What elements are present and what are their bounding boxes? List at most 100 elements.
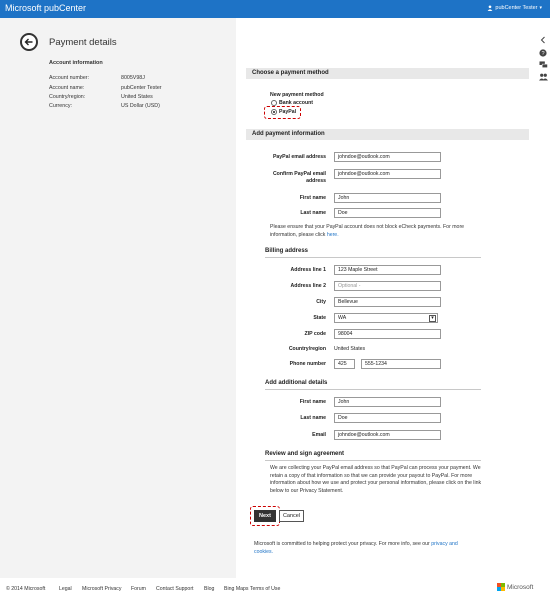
agreement-heading: Review and sign agreement	[265, 451, 345, 457]
people-icon	[538, 73, 548, 81]
cookies-link[interactable]: cookies.	[254, 549, 273, 555]
country-region-value: United States	[334, 346, 366, 352]
account-info-heading: Account information	[49, 60, 103, 66]
footer-link-privacy[interactable]: Microsoft Privacy	[82, 586, 122, 592]
microsoft-logo-icon	[497, 583, 505, 591]
microsoft-wordmark: Microsoft	[507, 583, 534, 591]
page-title: Payment details	[49, 37, 117, 48]
state-selected-value: WA	[338, 315, 347, 321]
country-value: United States	[121, 94, 153, 100]
city-field[interactable]: Bellevue	[334, 297, 441, 307]
new-payment-method-label: New payment method	[270, 92, 324, 98]
copyright: © 2014 Microsoft	[6, 586, 46, 592]
state-select[interactable]: WA ▾	[334, 313, 438, 323]
additional-first-name-label: First name	[299, 399, 326, 405]
people-button[interactable]	[538, 73, 548, 83]
agreement-line: We are collecting your PayPal email addr…	[270, 465, 481, 471]
additional-divider	[265, 389, 481, 390]
agreement-text: We are collecting your PayPal email addr…	[270, 465, 492, 495]
footer-link-forum[interactable]: Forum	[131, 586, 146, 592]
account-name-row: Account name: pubCenter Tester	[49, 85, 162, 91]
phone-label: Phone number	[289, 361, 326, 367]
sidebar-toggle[interactable]	[538, 36, 548, 46]
microsoft-logo[interactable]: Microsoft	[497, 583, 533, 591]
country-row: Country/region: United States	[49, 94, 153, 100]
footer-link-blog[interactable]: Blog	[204, 586, 214, 592]
agreement-line: retain a copy of that information so tha…	[270, 472, 473, 479]
country-label: Country/region:	[49, 94, 86, 100]
billing-address-heading: Billing address	[265, 248, 309, 254]
address-line2-field[interactable]: Optional -	[334, 281, 441, 291]
feedback-icon	[539, 61, 548, 68]
ebank-note-line1: Please ensure that your PayPal account d…	[270, 224, 465, 230]
billing-divider	[265, 257, 481, 258]
help-icon: ?	[539, 49, 547, 57]
chevron-down-icon: ▾	[539, 5, 542, 11]
user-icon	[487, 5, 493, 11]
paypal-label[interactable]: PayPal	[279, 109, 296, 115]
address-line2-label: Address line 2	[290, 283, 326, 289]
account-name-value: pubCenter Tester	[121, 85, 162, 91]
privacy-line: Microsoft is committed to helping protec…	[254, 541, 430, 547]
zip-label: ZIP code	[304, 331, 326, 337]
ebank-note-line2: information, please click	[270, 231, 326, 238]
paypal-email-field[interactable]: johndoe@outlook.com	[334, 152, 441, 162]
privacy-link[interactable]: privacy and	[431, 541, 458, 547]
phone-number-field[interactable]: 555-1234	[361, 359, 441, 369]
address-line1-label: Address line 1	[290, 267, 326, 273]
top-bar: Microsoft pubCenter pubCenter Tester ▾	[0, 0, 550, 18]
ebank-note: Please ensure that your PayPal account d…	[270, 224, 470, 239]
state-label: State	[313, 315, 326, 321]
footer-link-legal[interactable]: Legal	[59, 586, 72, 592]
paypal-email-label: PayPal email address	[272, 154, 326, 160]
additional-details-heading: Add additional details	[265, 380, 328, 386]
svg-text:?: ?	[541, 51, 544, 57]
feedback-button[interactable]	[538, 61, 548, 71]
last-name-label: Last name	[300, 210, 326, 216]
agreement-divider	[265, 460, 481, 461]
city-label: City	[316, 299, 326, 305]
address-line1-field[interactable]: 123 Maple Street	[334, 265, 441, 275]
agreement-line: below to our Privacy Statement.	[270, 487, 344, 494]
user-name: pubCenter Tester	[495, 5, 538, 11]
account-number-row: Account number: 8005V98J	[49, 75, 145, 81]
confirm-email-label-line2: address	[306, 178, 326, 184]
agreement-line: information about how we use and protect…	[270, 480, 482, 486]
account-number-value: 8005V98J	[121, 75, 145, 81]
confirm-email-field[interactable]: johndoe@outlook.com	[334, 169, 441, 179]
account-number-label: Account number:	[49, 75, 90, 81]
additional-last-name-label: Last name	[300, 415, 326, 421]
chevron-left-icon	[540, 36, 545, 44]
footer-link-support[interactable]: Contact Support	[156, 586, 194, 592]
back-button[interactable]	[20, 33, 38, 51]
paypal-radio[interactable]	[271, 109, 277, 115]
app-title[interactable]: Microsoft pubCenter	[5, 3, 86, 13]
chevron-down-icon: ▾	[429, 315, 436, 322]
back-arrow-icon	[24, 38, 33, 46]
additional-last-name-field[interactable]: Doe	[334, 413, 441, 423]
next-button[interactable]: Next	[254, 510, 276, 522]
account-name-label: Account name:	[49, 85, 85, 91]
footer-link-bing-maps[interactable]: Bing Maps Terms of Use	[224, 586, 280, 592]
currency-row: Currency: US Dollar (USD)	[49, 103, 160, 109]
payment-method-section-header: Choose a payment method	[246, 68, 529, 79]
user-menu[interactable]: pubCenter Tester ▾	[487, 5, 542, 11]
footer: © 2014 Microsoft Legal Microsoft Privacy…	[0, 583, 550, 595]
left-panel	[0, 18, 236, 578]
first-name-field[interactable]: John	[334, 193, 441, 203]
first-name-label: First name	[299, 195, 326, 201]
help-button[interactable]: ?	[538, 49, 548, 59]
additional-first-name-field[interactable]: John	[334, 397, 441, 407]
additional-email-label: Email	[312, 432, 326, 438]
currency-value: US Dollar (USD)	[121, 103, 160, 109]
privacy-note: Microsoft is committed to helping protec…	[254, 541, 484, 556]
last-name-field[interactable]: Doe	[334, 208, 441, 218]
zip-field[interactable]: 98004	[334, 329, 441, 339]
cancel-button[interactable]: Cancel	[279, 510, 304, 522]
payment-info-section-header: Add payment information	[246, 129, 529, 140]
country-region-label: Country/region	[288, 346, 326, 352]
additional-email-field[interactable]: johndoe@outlook.com	[334, 430, 441, 440]
currency-label: Currency:	[49, 103, 72, 109]
phone-area-code-field[interactable]: 425	[334, 359, 355, 369]
ebank-note-link[interactable]: here.	[327, 232, 339, 238]
